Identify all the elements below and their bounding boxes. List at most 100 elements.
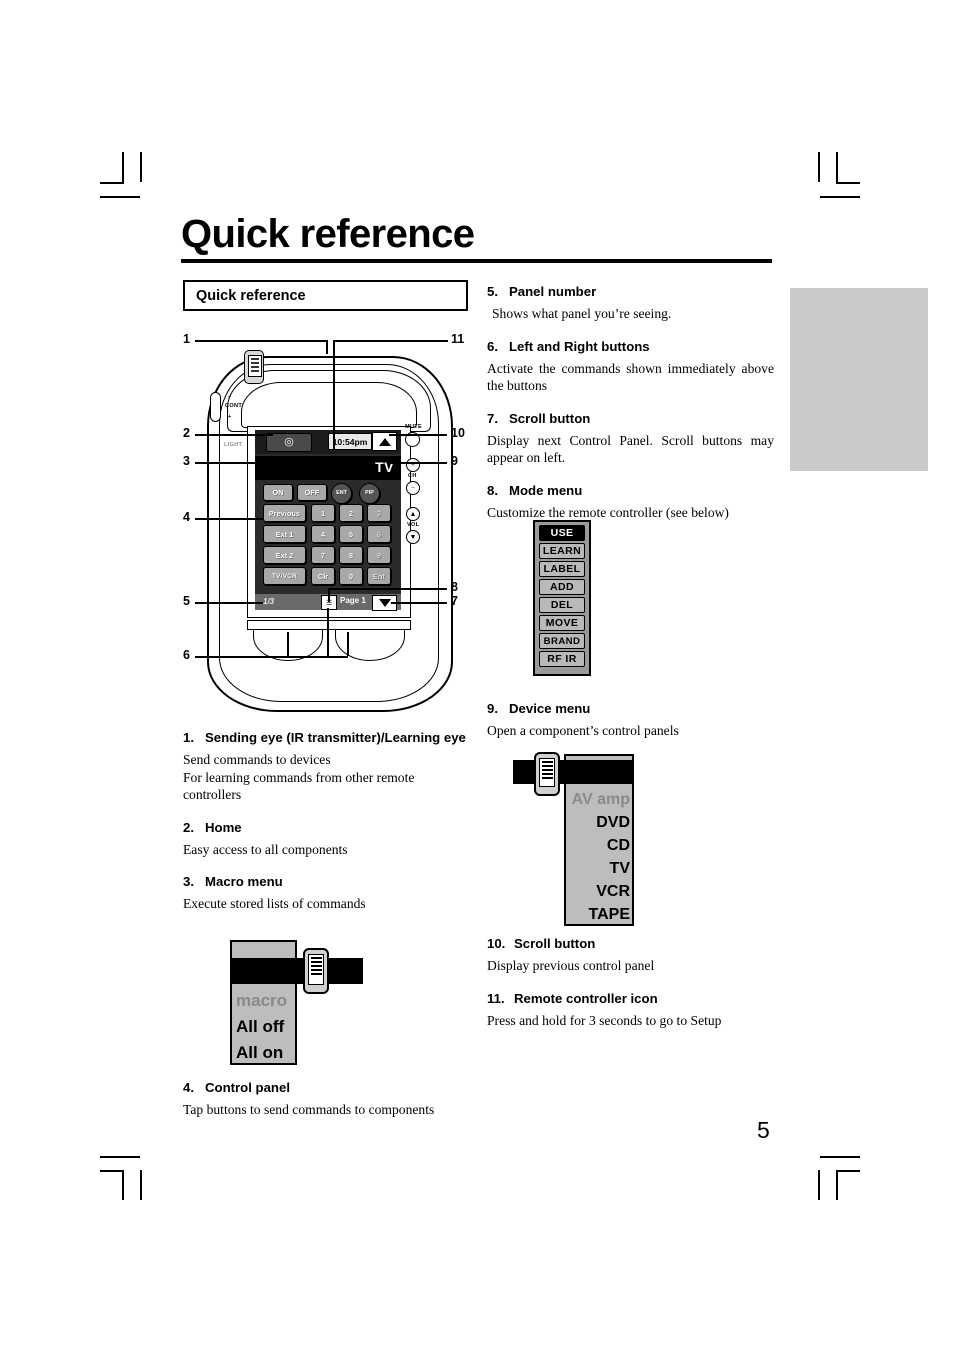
mode-key-brand[interactable]: BRAND [539,633,585,649]
section-header-box: Quick reference [183,280,468,311]
item-1-number: 1. [183,730,194,745]
lcd-screen: ◎ 10:54pm TV ON OFF ENT PIP Previous 1 2… [255,430,401,611]
contrast-rocker[interactable] [210,392,221,422]
leader-6-right [347,632,349,656]
item-6-heading: 6. Left and Right buttons [487,339,774,355]
device-menu-row-3[interactable]: TV [566,857,630,880]
device-menu-row-2[interactable]: CD [566,834,630,857]
control-panel: ON OFF ENT PIP Previous 1 2 3 Ext 1 4 5 … [261,483,395,588]
item-7-heading: 7. Scroll button [487,411,774,427]
mode-key-del[interactable]: DEL [539,597,585,613]
leader-1 [195,340,327,342]
panel-button-ext2[interactable]: Ext 2 [263,546,306,564]
leader-6-mid [327,608,329,656]
home-button[interactable]: ◎ [266,433,312,452]
panel-button-5[interactable]: 5 [339,525,363,543]
crop-mark-top-left [100,152,160,202]
panel-button-off[interactable]: OFF [297,484,327,501]
mode-key-add[interactable]: ADD [539,579,585,595]
item-11: 11. Remote controller icon Press and hol… [487,991,774,1030]
item-7-number: 7. [487,410,498,426]
light-label: LIGHT [224,442,243,448]
item-10-title: Scroll button [514,936,596,951]
macro-menu-figure: macro macro All off All on [222,932,382,1072]
item-9: 9. Device menu Open a component’s contro… [487,701,774,740]
leader-4 [195,518,263,520]
volume-up-button[interactable]: ▲ [406,507,420,521]
remote-top-bezel-inner [241,382,417,428]
macro-menu-icon[interactable] [303,948,329,994]
volume-label: VOL [407,522,420,528]
item-3-heading: 3. Macro menu [183,874,470,890]
panel-button-4[interactable]: 4 [311,525,335,543]
mode-key-move[interactable]: MOVE [539,615,585,631]
mode-key-label[interactable]: LABEL [539,561,585,577]
item-3-body: Execute stored lists of commands [183,896,366,911]
contrast-plus-label: + [228,414,232,420]
items-10-11-block: 10. Scroll button Display previous contr… [487,936,774,1045]
remote-controller-icon[interactable] [244,350,264,384]
volume-down-button[interactable]: ▼ [406,530,420,544]
device-menu-button[interactable] [258,458,302,477]
leader-1-drop [326,340,328,354]
mode-key-learn[interactable]: LEARN [539,543,585,559]
device-menu-row-5[interactable]: TAPE [566,903,630,926]
remote-controller-diagram: ◎ 10:54pm TV ON OFF ENT PIP Previous 1 2… [183,330,473,715]
item-1-title: Sending eye (IR transmitter)/Learning ey… [205,730,466,745]
remote-icon-screen [248,355,262,377]
item-9-body: Open a component’s control panels [487,723,679,738]
panel-button-pip[interactable]: PIP [359,483,380,504]
item-1-body-line1: Send commands to devices [183,752,331,767]
item-9-heading: 9. Device menu [487,701,774,717]
macro-menu-row-1[interactable]: All off [236,1015,296,1039]
right-text-column: 5. Panel number Shows what panel you’re … [487,284,774,527]
item-9-block: 9. Device menu Open a component’s contro… [487,701,774,746]
device-icon-screen [539,758,555,787]
item-10-number: 10. [487,936,506,951]
panel-number-label: 1/3 [263,597,275,606]
panel-button-previous[interactable]: Previous [263,504,306,522]
item-9-number: 9. [487,701,498,716]
panel-button-ent-round[interactable]: ENT [331,483,352,504]
panel-button-tvvcr[interactable]: TV/VCR [263,567,306,585]
callout-9: 9 [451,454,458,468]
panel-button-0[interactable]: 0 [339,567,363,585]
panel-button-1[interactable]: 1 [311,504,335,522]
item-1: 1. Sending eye (IR transmitter)/Learning… [183,730,470,804]
panel-button-clr[interactable]: Clr [311,567,335,585]
device-menu-icon[interactable] [534,752,560,796]
channel-up-button[interactable]: + [406,458,420,472]
device-menu-row-4[interactable]: VCR [566,880,630,903]
mode-key-rf-ir[interactable]: RF IR [539,651,585,667]
hardware-button-bar [247,620,411,630]
mode-key-use[interactable]: USE [539,525,585,541]
left-text-column: 1. Sending eye (IR transmitter)/Learning… [183,730,470,921]
macro-menu-row-0[interactable]: macro [236,989,296,1013]
panel-button-6[interactable]: 6 [367,525,391,543]
callout-8: 8 [451,580,458,594]
callout-5: 5 [183,594,190,608]
callout-4: 4 [183,510,190,524]
channel-down-button[interactable]: − [406,481,420,495]
device-menu-row-1[interactable]: DVD [566,811,630,834]
panel-button-7[interactable]: 7 [311,546,335,564]
leader-11-drop [333,340,335,450]
triangle-down-icon [378,599,391,607]
panel-button-ext1[interactable]: Ext 1 [263,525,306,543]
leader-7 [391,602,447,604]
panel-button-8[interactable]: 8 [339,546,363,564]
panel-button-ent[interactable]: Ent [367,567,391,585]
device-menu-row-0[interactable]: AV amp [566,788,630,811]
item-11-body: Press and hold for 3 seconds to go to Se… [487,1012,722,1028]
device-icon-backing [513,760,633,784]
item-5-heading: 5. Panel number [487,284,774,300]
panel-button-3[interactable]: 3 [367,504,391,522]
item-6-body: Activate the commands shown immediately … [487,360,774,394]
macro-menu-row-2[interactable]: All on [236,1041,296,1065]
lcd-title-bar: TV [255,456,401,480]
home-icon: ◎ [284,436,294,448]
panel-button-9[interactable]: 9 [367,546,391,564]
panel-button-2[interactable]: 2 [339,504,363,522]
callout-10: 10 [451,426,465,440]
panel-button-on[interactable]: ON [263,484,293,501]
